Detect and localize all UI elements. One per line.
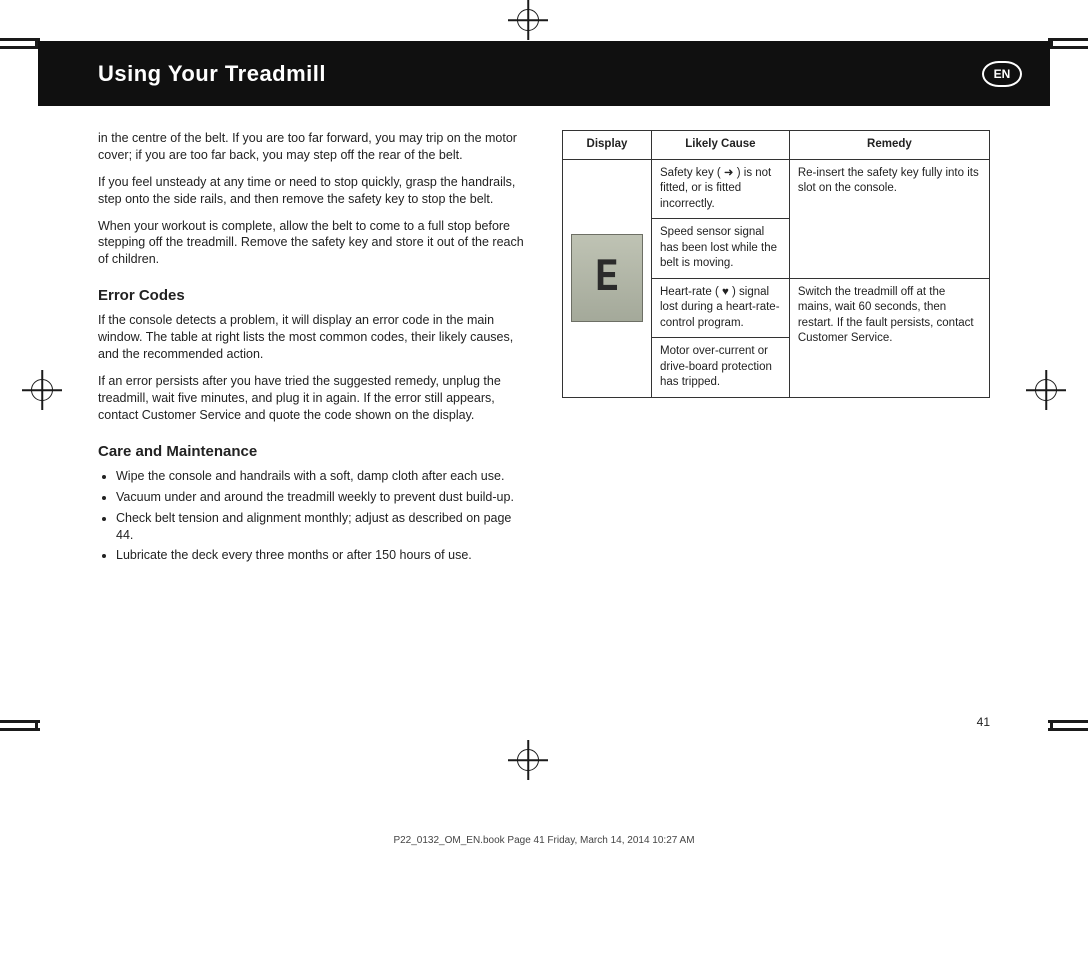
body-text: If the console detects a problem, it wil… [98,312,526,363]
table-header: Display [563,131,652,160]
table-header: Likely Cause [652,131,790,160]
body-text: When your workout is complete, allow the… [98,218,526,269]
cause-cell: Safety key ( ➜ ) is not fitted, or is fi… [652,159,790,219]
section-heading: Error Codes [98,286,526,306]
remedy-cell: Switch the treadmill off at the mains, w… [789,278,989,397]
page-body: in the centre of the belt. If you are to… [38,106,1050,746]
error-code-label: E [595,247,618,309]
list-item: Vacuum under and around the treadmill we… [116,489,526,506]
table-row: E Safety key ( ➜ ) is not fitted, or is … [563,159,990,219]
maintenance-list: Wipe the console and handrails with a so… [116,468,526,564]
list-item: Lubricate the deck every three months or… [116,547,526,564]
page-number: 41 [977,714,990,730]
table-header: Remedy [789,131,989,160]
cause-cell: Heart-rate ( ♥ ) signal lost during a he… [652,278,790,338]
right-column: Display Likely Cause Remedy E Safety key… [562,130,990,568]
cause-cell: Motor over-current or drive-board protec… [652,338,790,398]
print-footer: P22_0132_OM_EN.book Page 41 Friday, Marc… [393,835,694,846]
body-text: If an error persists after you have trie… [98,373,526,424]
troubleshooting-table: Display Likely Cause Remedy E Safety key… [562,130,990,398]
page-title: Using Your Treadmill [98,61,326,87]
left-column: in the centre of the belt. If you are to… [98,130,526,568]
language-badge: EN [982,61,1022,87]
lcd-error-icon: E [571,234,643,322]
remedy-cell: Re-insert the safety key fully into its … [789,159,989,278]
list-item: Wipe the console and handrails with a so… [116,468,526,485]
registration-mark-icon [508,740,548,780]
error-display-cell: E [563,159,652,397]
body-text: If you feel unsteady at any time or need… [98,174,526,208]
section-heading: Care and Maintenance [98,442,526,462]
registration-mark-icon [508,0,548,40]
body-text: in the centre of the belt. If you are to… [98,130,526,164]
list-item: Check belt tension and alignment monthly… [116,510,526,544]
page-header: Using Your Treadmill EN [38,41,1050,106]
cause-cell: Speed sensor signal has been lost while … [652,219,790,279]
